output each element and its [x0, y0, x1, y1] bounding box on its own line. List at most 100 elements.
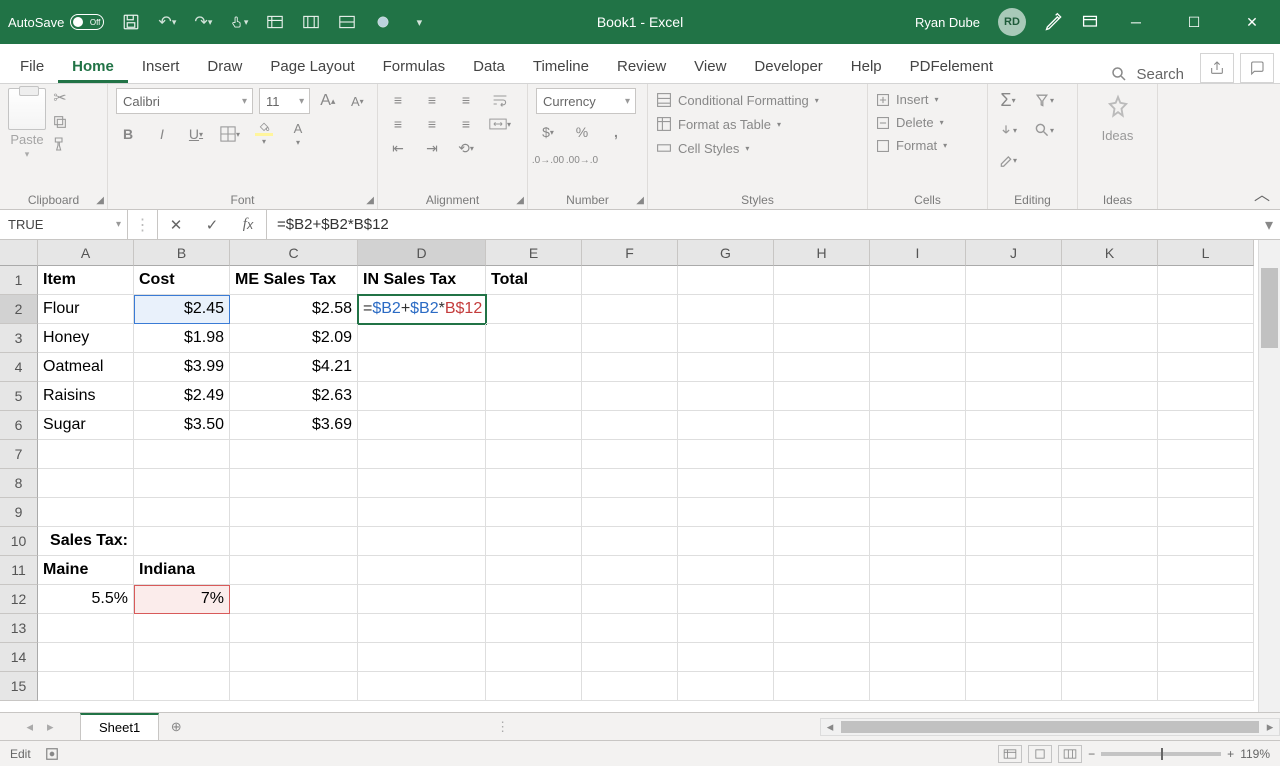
sheet-tab-sheet1[interactable]: Sheet1: [80, 713, 159, 740]
paste-button[interactable]: Paste ▾: [8, 88, 46, 160]
cell-b11[interactable]: Indiana: [134, 556, 230, 585]
wrap-text-icon[interactable]: [488, 88, 512, 112]
insert-cells-button[interactable]: Insert▾: [876, 88, 979, 111]
name-box[interactable]: TRUE: [0, 210, 128, 239]
macro-record-icon[interactable]: [45, 747, 59, 761]
align-top-icon[interactable]: ≡: [386, 88, 410, 112]
col-header-f[interactable]: F: [582, 240, 678, 266]
clipboard-launcher-icon[interactable]: ◢: [96, 195, 104, 206]
row-header-11[interactable]: 11: [0, 556, 38, 585]
tab-review[interactable]: Review: [603, 50, 680, 83]
cell-styles-button[interactable]: Cell Styles▾: [656, 136, 859, 160]
tab-help[interactable]: Help: [837, 50, 896, 83]
increase-indent-icon[interactable]: ⇥: [420, 136, 444, 160]
cell-d2-editing[interactable]: =$B2+$B2*B$12: [358, 295, 486, 324]
formula-bar-expand-icon[interactable]: ▾: [1258, 210, 1280, 239]
row-header-6[interactable]: 6: [0, 411, 38, 440]
col-header-l[interactable]: L: [1158, 240, 1254, 266]
accounting-icon[interactable]: $▾: [536, 120, 560, 144]
cell-a10[interactable]: Sales Tax:: [38, 527, 134, 556]
cell-a3[interactable]: Honey: [38, 324, 134, 353]
collapse-ribbon-icon[interactable]: ︿: [1254, 181, 1270, 205]
cut-icon[interactable]: ✂: [53, 88, 66, 108]
maximize-button[interactable]: ☐: [1174, 8, 1214, 36]
row-header-2[interactable]: 2: [0, 295, 38, 324]
vscroll-thumb[interactable]: [1261, 268, 1278, 348]
underline-icon[interactable]: U▾: [184, 122, 208, 146]
col-header-a[interactable]: A: [38, 240, 134, 266]
borders-icon[interactable]: ▾: [218, 122, 242, 146]
cell-d1[interactable]: IN Sales Tax: [358, 266, 486, 295]
align-left-icon[interactable]: ≡: [386, 112, 410, 136]
pen-icon[interactable]: [1044, 12, 1064, 32]
conditional-formatting-button[interactable]: Conditional Formatting▾: [656, 88, 859, 112]
find-select-icon[interactable]: ▾: [1032, 118, 1056, 142]
save-icon[interactable]: [122, 13, 140, 31]
autosave-control[interactable]: AutoSave Off: [8, 14, 104, 30]
font-color-icon[interactable]: A▾: [286, 122, 310, 146]
tab-view[interactable]: View: [680, 50, 740, 83]
comments-button[interactable]: [1240, 53, 1274, 83]
sheet-nav-next-icon[interactable]: ▸: [47, 719, 54, 735]
col-header-e[interactable]: E: [486, 240, 582, 266]
number-launcher-icon[interactable]: ◢: [636, 195, 644, 206]
row-header-8[interactable]: 8: [0, 469, 38, 498]
tab-page-layout[interactable]: Page Layout: [256, 50, 368, 83]
col-header-c[interactable]: C: [230, 240, 358, 266]
row-header-14[interactable]: 14: [0, 643, 38, 672]
cell-b4[interactable]: $3.99: [134, 353, 230, 382]
sort-filter-icon[interactable]: ▾: [1032, 88, 1056, 112]
cell-a12[interactable]: 5.5%: [38, 585, 134, 614]
increase-font-icon[interactable]: A▴: [316, 89, 339, 113]
alignment-launcher-icon[interactable]: ◢: [516, 195, 524, 206]
ideas-button[interactable]: Ideas: [1102, 94, 1134, 143]
italic-icon[interactable]: I: [150, 122, 174, 146]
qat-customize-icon[interactable]: ▾: [410, 13, 428, 31]
cell-a6[interactable]: Sugar: [38, 411, 134, 440]
cell-b6[interactable]: $3.50: [134, 411, 230, 440]
row-header-12[interactable]: 12: [0, 585, 38, 614]
decrease-font-icon[interactable]: A▾: [346, 89, 369, 113]
redo-icon[interactable]: ↷▾: [194, 13, 212, 31]
cell-a2[interactable]: Flour: [38, 295, 134, 324]
view-page-break-button[interactable]: [1058, 745, 1082, 763]
col-header-j[interactable]: J: [966, 240, 1062, 266]
cell-c1[interactable]: ME Sales Tax: [230, 266, 358, 295]
col-header-k[interactable]: K: [1062, 240, 1158, 266]
format-as-table-button[interactable]: Format as Table▾: [656, 112, 859, 136]
qat-icon-1[interactable]: [266, 13, 284, 31]
view-normal-button[interactable]: [998, 745, 1022, 763]
format-painter-icon[interactable]: [52, 136, 68, 152]
decrease-indent-icon[interactable]: ⇤: [386, 136, 410, 160]
col-header-b[interactable]: B: [134, 240, 230, 266]
tab-pdfelement[interactable]: PDFelement: [896, 50, 1007, 83]
format-cells-button[interactable]: Format▾: [876, 134, 979, 157]
font-name-combo[interactable]: Calibri: [116, 88, 253, 114]
qat-icon-2[interactable]: [302, 13, 320, 31]
zoom-level[interactable]: 119%: [1240, 747, 1270, 761]
comma-icon[interactable]: ,: [604, 120, 628, 144]
share-button[interactable]: [1200, 53, 1234, 83]
col-header-g[interactable]: G: [678, 240, 774, 266]
row-header-7[interactable]: 7: [0, 440, 38, 469]
increase-decimal-icon[interactable]: .0→.00: [536, 148, 560, 172]
fill-icon[interactable]: ▾: [996, 118, 1020, 142]
align-middle-icon[interactable]: ≡: [420, 88, 444, 112]
font-size-combo[interactable]: 11: [259, 88, 310, 114]
add-sheet-button[interactable]: ⊕: [159, 713, 193, 740]
align-bottom-icon[interactable]: ≡: [454, 88, 478, 112]
number-format-combo[interactable]: Currency: [536, 88, 636, 114]
view-page-layout-button[interactable]: [1028, 745, 1052, 763]
enter-formula-button[interactable]: ✓: [194, 216, 230, 234]
cell-c4[interactable]: $4.21: [230, 353, 358, 382]
fill-color-icon[interactable]: ▾: [252, 122, 276, 146]
col-header-d[interactable]: D: [358, 240, 486, 266]
tab-draw[interactable]: Draw: [193, 50, 256, 83]
zoom-in-button[interactable]: +: [1227, 747, 1234, 761]
autosum-icon[interactable]: Σ▾: [996, 88, 1020, 112]
zoom-slider[interactable]: [1101, 752, 1221, 756]
cell-a11[interactable]: Maine: [38, 556, 134, 585]
qat-icon-3[interactable]: [338, 13, 356, 31]
merge-center-icon[interactable]: ▾: [488, 112, 512, 136]
zoom-out-button[interactable]: −: [1088, 747, 1095, 761]
